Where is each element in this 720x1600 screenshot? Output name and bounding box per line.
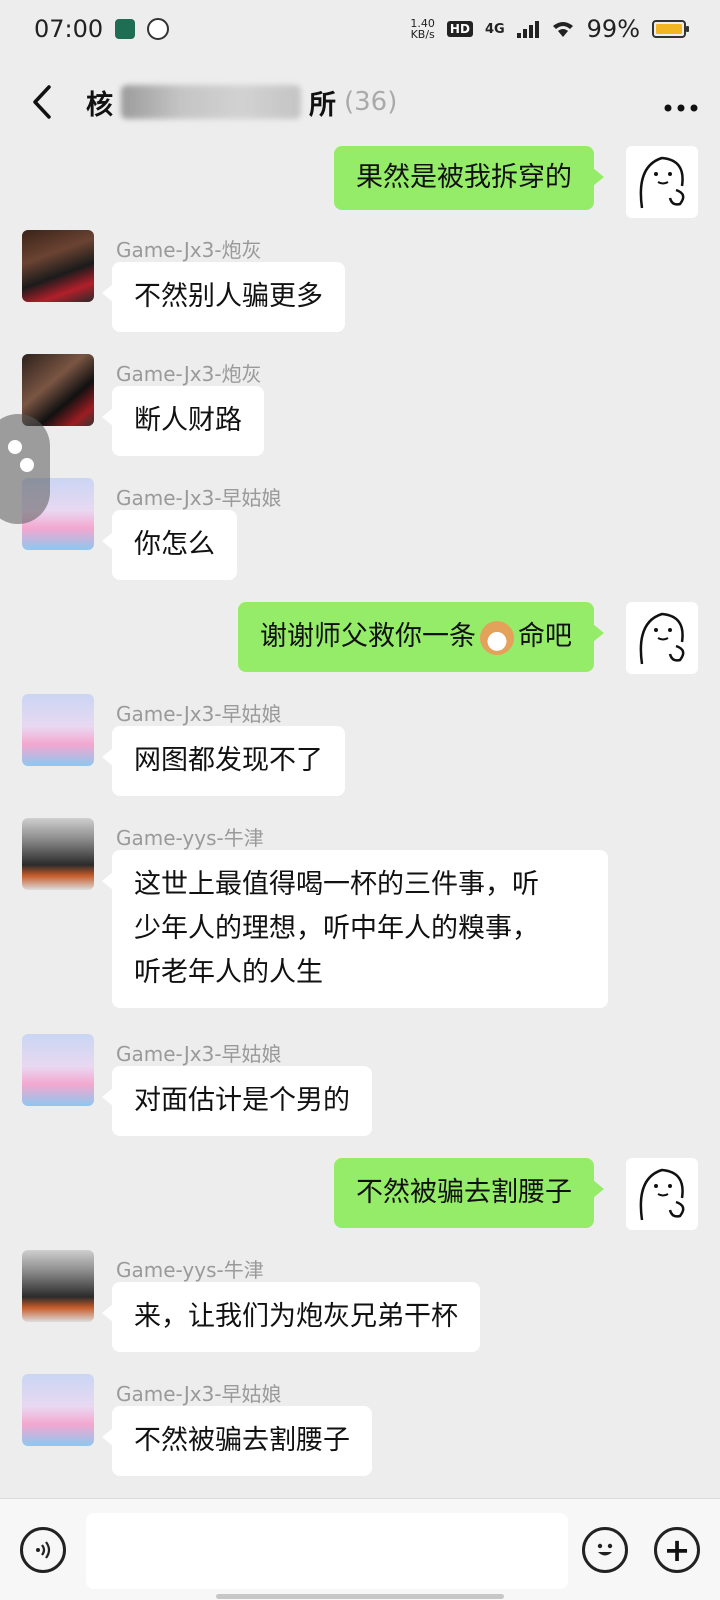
avatar-niujin[interactable] — [22, 818, 94, 890]
avatar-zaoguniang[interactable] — [22, 1034, 94, 1106]
status-time: 07:00 — [34, 15, 104, 43]
message-bubble[interactable]: 这世上最值得喝一杯的三件事，听 少年人的理想，听中年人的糗事， 听老年人的人生 — [102, 850, 608, 1008]
member-count: (36) — [344, 87, 398, 117]
emoji-icon — [597, 1543, 613, 1556]
emoji-button[interactable] — [582, 1527, 628, 1573]
plus-button[interactable]: + — [654, 1527, 700, 1573]
status-right: 1.40 KB/s HD 4G 99% — [410, 15, 689, 43]
doodle-avatar-icon — [639, 612, 685, 665]
nav-bar: 核 所 (36) — [0, 58, 720, 146]
avatar-paohui[interactable] — [22, 354, 94, 426]
message-bubble[interactable]: 果然是被我拆穿的 — [334, 146, 604, 210]
chat-title-text: 核 — [86, 89, 113, 121]
message-bubble[interactable]: 你怎么 — [102, 510, 237, 580]
sender-name: Game-Jx3-早姑娘 — [116, 1382, 282, 1406]
message-line: 少年人的理想，听中年人的糗事， — [134, 913, 539, 944]
wifi-icon — [552, 22, 573, 37]
more-button[interactable] — [664, 86, 698, 119]
voice-icon — [36, 1541, 51, 1559]
sender-name: Game-yys-牛津 — [116, 1258, 264, 1282]
doodle-avatar-icon — [639, 1168, 685, 1221]
avatar-self[interactable] — [626, 1158, 698, 1230]
sender-name: Game-Jx3-炮灰 — [116, 238, 262, 262]
message-line: 听老年人的人生 — [134, 957, 323, 988]
doodle-avatar-icon — [639, 156, 685, 209]
sender-name: Game-Jx3-早姑娘 — [116, 702, 282, 726]
avatar-zaoguniang[interactable] — [22, 694, 94, 766]
net-speed: 1.40 KB/s — [410, 18, 435, 40]
message-bubble[interactable]: 不然别人骗更多 — [102, 262, 345, 332]
app-notification-icon — [115, 19, 136, 39]
message-bubble[interactable]: 断人财路 — [102, 386, 264, 456]
title-redacted — [121, 85, 301, 119]
sender-name: Game-Jx3-早姑娘 — [116, 1042, 282, 1066]
home-indicator[interactable] — [216, 1594, 504, 1599]
status-left: 07:00 — [34, 15, 170, 43]
sender-name: Game-yys-牛津 — [116, 826, 264, 850]
signal-icon — [516, 20, 539, 38]
plus-icon: + — [663, 1531, 691, 1569]
message-bubble[interactable]: 不然被骗去割腰子 — [102, 1406, 372, 1476]
hd-badge: HD — [446, 21, 473, 37]
avatar-self[interactable] — [626, 602, 698, 674]
ghost-eye-icon — [20, 458, 34, 472]
back-button[interactable] — [22, 82, 62, 122]
chat-area[interactable]: 果然是被我拆穿的 Game-Jx3-炮灰 不然别人骗更多 Game-Jx3-炮灰… — [0, 146, 720, 1498]
ghost-eye-icon — [8, 440, 22, 454]
message-line: 这世上最值得喝一杯的三件事，听 — [134, 869, 539, 900]
battery-text: 99% — [586, 15, 640, 43]
chat-title-suffix: 所 — [309, 89, 336, 121]
sender-name: Game-Jx3-早姑娘 — [116, 486, 282, 510]
message-bubble[interactable]: 不然被骗去割腰子 — [334, 1158, 604, 1228]
dog-face-emoji-icon — [480, 620, 514, 655]
more-dots-icon — [664, 104, 698, 111]
voice-button[interactable] — [20, 1527, 66, 1573]
sender-name: Game-Jx3-炮灰 — [116, 362, 262, 386]
battery-fill — [656, 24, 682, 34]
message-input[interactable] — [86, 1513, 568, 1589]
avatar-paohui[interactable] — [22, 230, 94, 302]
message-bubble[interactable]: 来，让我们为炮灰兄弟干杯 — [102, 1282, 480, 1352]
avatar-niujin[interactable] — [22, 1250, 94, 1322]
vpn-icon — [147, 18, 170, 40]
input-bar: + — [0, 1498, 720, 1600]
network-type: 4G — [484, 21, 505, 37]
message-text: 命吧 — [518, 621, 572, 652]
net-speed-unit: KB/s — [410, 28, 435, 41]
message-bubble[interactable]: 谢谢师父救你一条 命吧 — [238, 602, 604, 672]
avatar-self[interactable] — [626, 146, 698, 218]
message-bubble[interactable]: 网图都发现不了 — [102, 726, 345, 796]
status-bar: 07:00 1.40 KB/s HD 4G 99% — [0, 0, 720, 58]
battery-icon — [652, 20, 689, 38]
chat-title: 核 所 (36) — [86, 83, 397, 122]
floating-assistant-button[interactable] — [0, 414, 50, 524]
avatar-zaoguniang[interactable] — [22, 1374, 94, 1446]
back-chevron-icon — [33, 85, 51, 119]
message-text: 谢谢师父救你一条 — [260, 621, 476, 652]
message-bubble[interactable]: 对面估计是个男的 — [102, 1066, 372, 1136]
